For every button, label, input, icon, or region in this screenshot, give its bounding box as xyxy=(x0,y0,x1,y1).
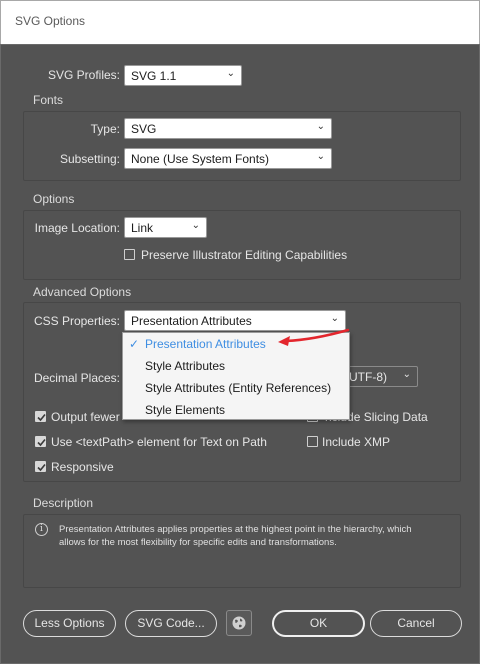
font-type-select[interactable]: SVG ⌄ xyxy=(124,118,332,139)
svg-profiles-value: SVG 1.1 xyxy=(131,69,177,83)
font-type-label: Type: xyxy=(90,122,120,136)
menu-item-style-attributes-entity-references[interactable]: Style Attributes (Entity References) xyxy=(123,377,349,399)
chevron-down-icon: ⌄ xyxy=(226,68,235,79)
image-location-value: Link xyxy=(131,221,154,235)
subsetting-value: None (Use System Fonts) xyxy=(131,152,270,166)
menu-item-label: Style Elements xyxy=(145,403,226,417)
textpath-label: Use <textPath> element for Text on Path xyxy=(51,435,267,449)
menu-item-label: Style Attributes (Entity References) xyxy=(145,381,332,395)
options-section-title: Options xyxy=(33,192,75,206)
subsetting-select[interactable]: None (Use System Fonts) ⌄ xyxy=(124,148,332,169)
textpath-checkbox[interactable] xyxy=(35,436,46,447)
description-line-1: Presentation Attributes applies properti… xyxy=(59,524,412,535)
include-xmp-label: Include XMP xyxy=(322,435,391,449)
title-bar: SVG Options xyxy=(0,0,480,44)
chevron-down-icon: ⌄ xyxy=(316,121,325,132)
checkmark-icon xyxy=(37,463,46,472)
checkmark-icon xyxy=(37,413,46,422)
globe-icon xyxy=(232,616,246,630)
svg-code-button[interactable]: SVG Code... xyxy=(125,610,217,637)
chevron-down-icon: ⌄ xyxy=(330,313,339,324)
output-fewer-tspan-label: Output fewer xyxy=(51,410,120,424)
info-icon: i xyxy=(35,523,48,536)
css-properties-label: CSS Properties: xyxy=(33,314,120,328)
red-arrow-annotation xyxy=(278,328,350,346)
css-properties-value: Presentation Attributes xyxy=(131,314,252,328)
menu-item-style-attributes[interactable]: Style Attributes xyxy=(123,355,349,377)
image-location-label: Image Location: xyxy=(34,221,120,235)
svg-profiles-label: SVG Profiles: xyxy=(47,68,120,82)
font-type-value: SVG xyxy=(131,122,157,136)
web-preview-button[interactable] xyxy=(226,610,252,636)
preserve-editing-label: Preserve Illustrator Editing Capabilitie… xyxy=(141,248,348,262)
preserve-editing-checkbox[interactable] xyxy=(124,249,135,260)
menu-item-style-elements[interactable]: Style Elements xyxy=(123,399,349,421)
advanced-section-title: Advanced Options xyxy=(33,285,132,299)
encoding-value: UTF-8) xyxy=(349,370,387,384)
chevron-down-icon: ⌄ xyxy=(402,369,411,380)
checkmark-icon xyxy=(37,438,46,447)
include-xmp-checkbox[interactable] xyxy=(307,436,318,447)
checkmark-icon: ✓ xyxy=(129,337,140,351)
output-fewer-tspan-checkbox[interactable] xyxy=(35,411,46,422)
menu-item-label: Style Attributes xyxy=(145,359,226,373)
description-section-title: Description xyxy=(33,496,94,510)
window-title: SVG Options xyxy=(15,14,86,28)
decimal-places-label: Decimal Places: xyxy=(33,371,120,385)
svg-profiles-select[interactable]: SVG 1.1 ⌄ xyxy=(124,65,242,86)
cancel-button[interactable]: Cancel xyxy=(370,610,462,637)
chevron-down-icon: ⌄ xyxy=(316,151,325,162)
ok-button[interactable]: OK xyxy=(272,610,365,637)
chevron-down-icon: ⌄ xyxy=(191,220,200,231)
menu-item-label: Presentation Attributes xyxy=(145,337,266,351)
subsetting-label: Subsetting: xyxy=(59,152,120,166)
description-line-2: allows for the most flexibility for spec… xyxy=(59,537,337,548)
image-location-select[interactable]: Link ⌄ xyxy=(124,217,207,238)
responsive-checkbox[interactable] xyxy=(35,461,46,472)
fonts-section-title: Fonts xyxy=(33,93,64,107)
less-options-button[interactable]: Less Options xyxy=(23,610,116,637)
responsive-label: Responsive xyxy=(51,460,114,474)
